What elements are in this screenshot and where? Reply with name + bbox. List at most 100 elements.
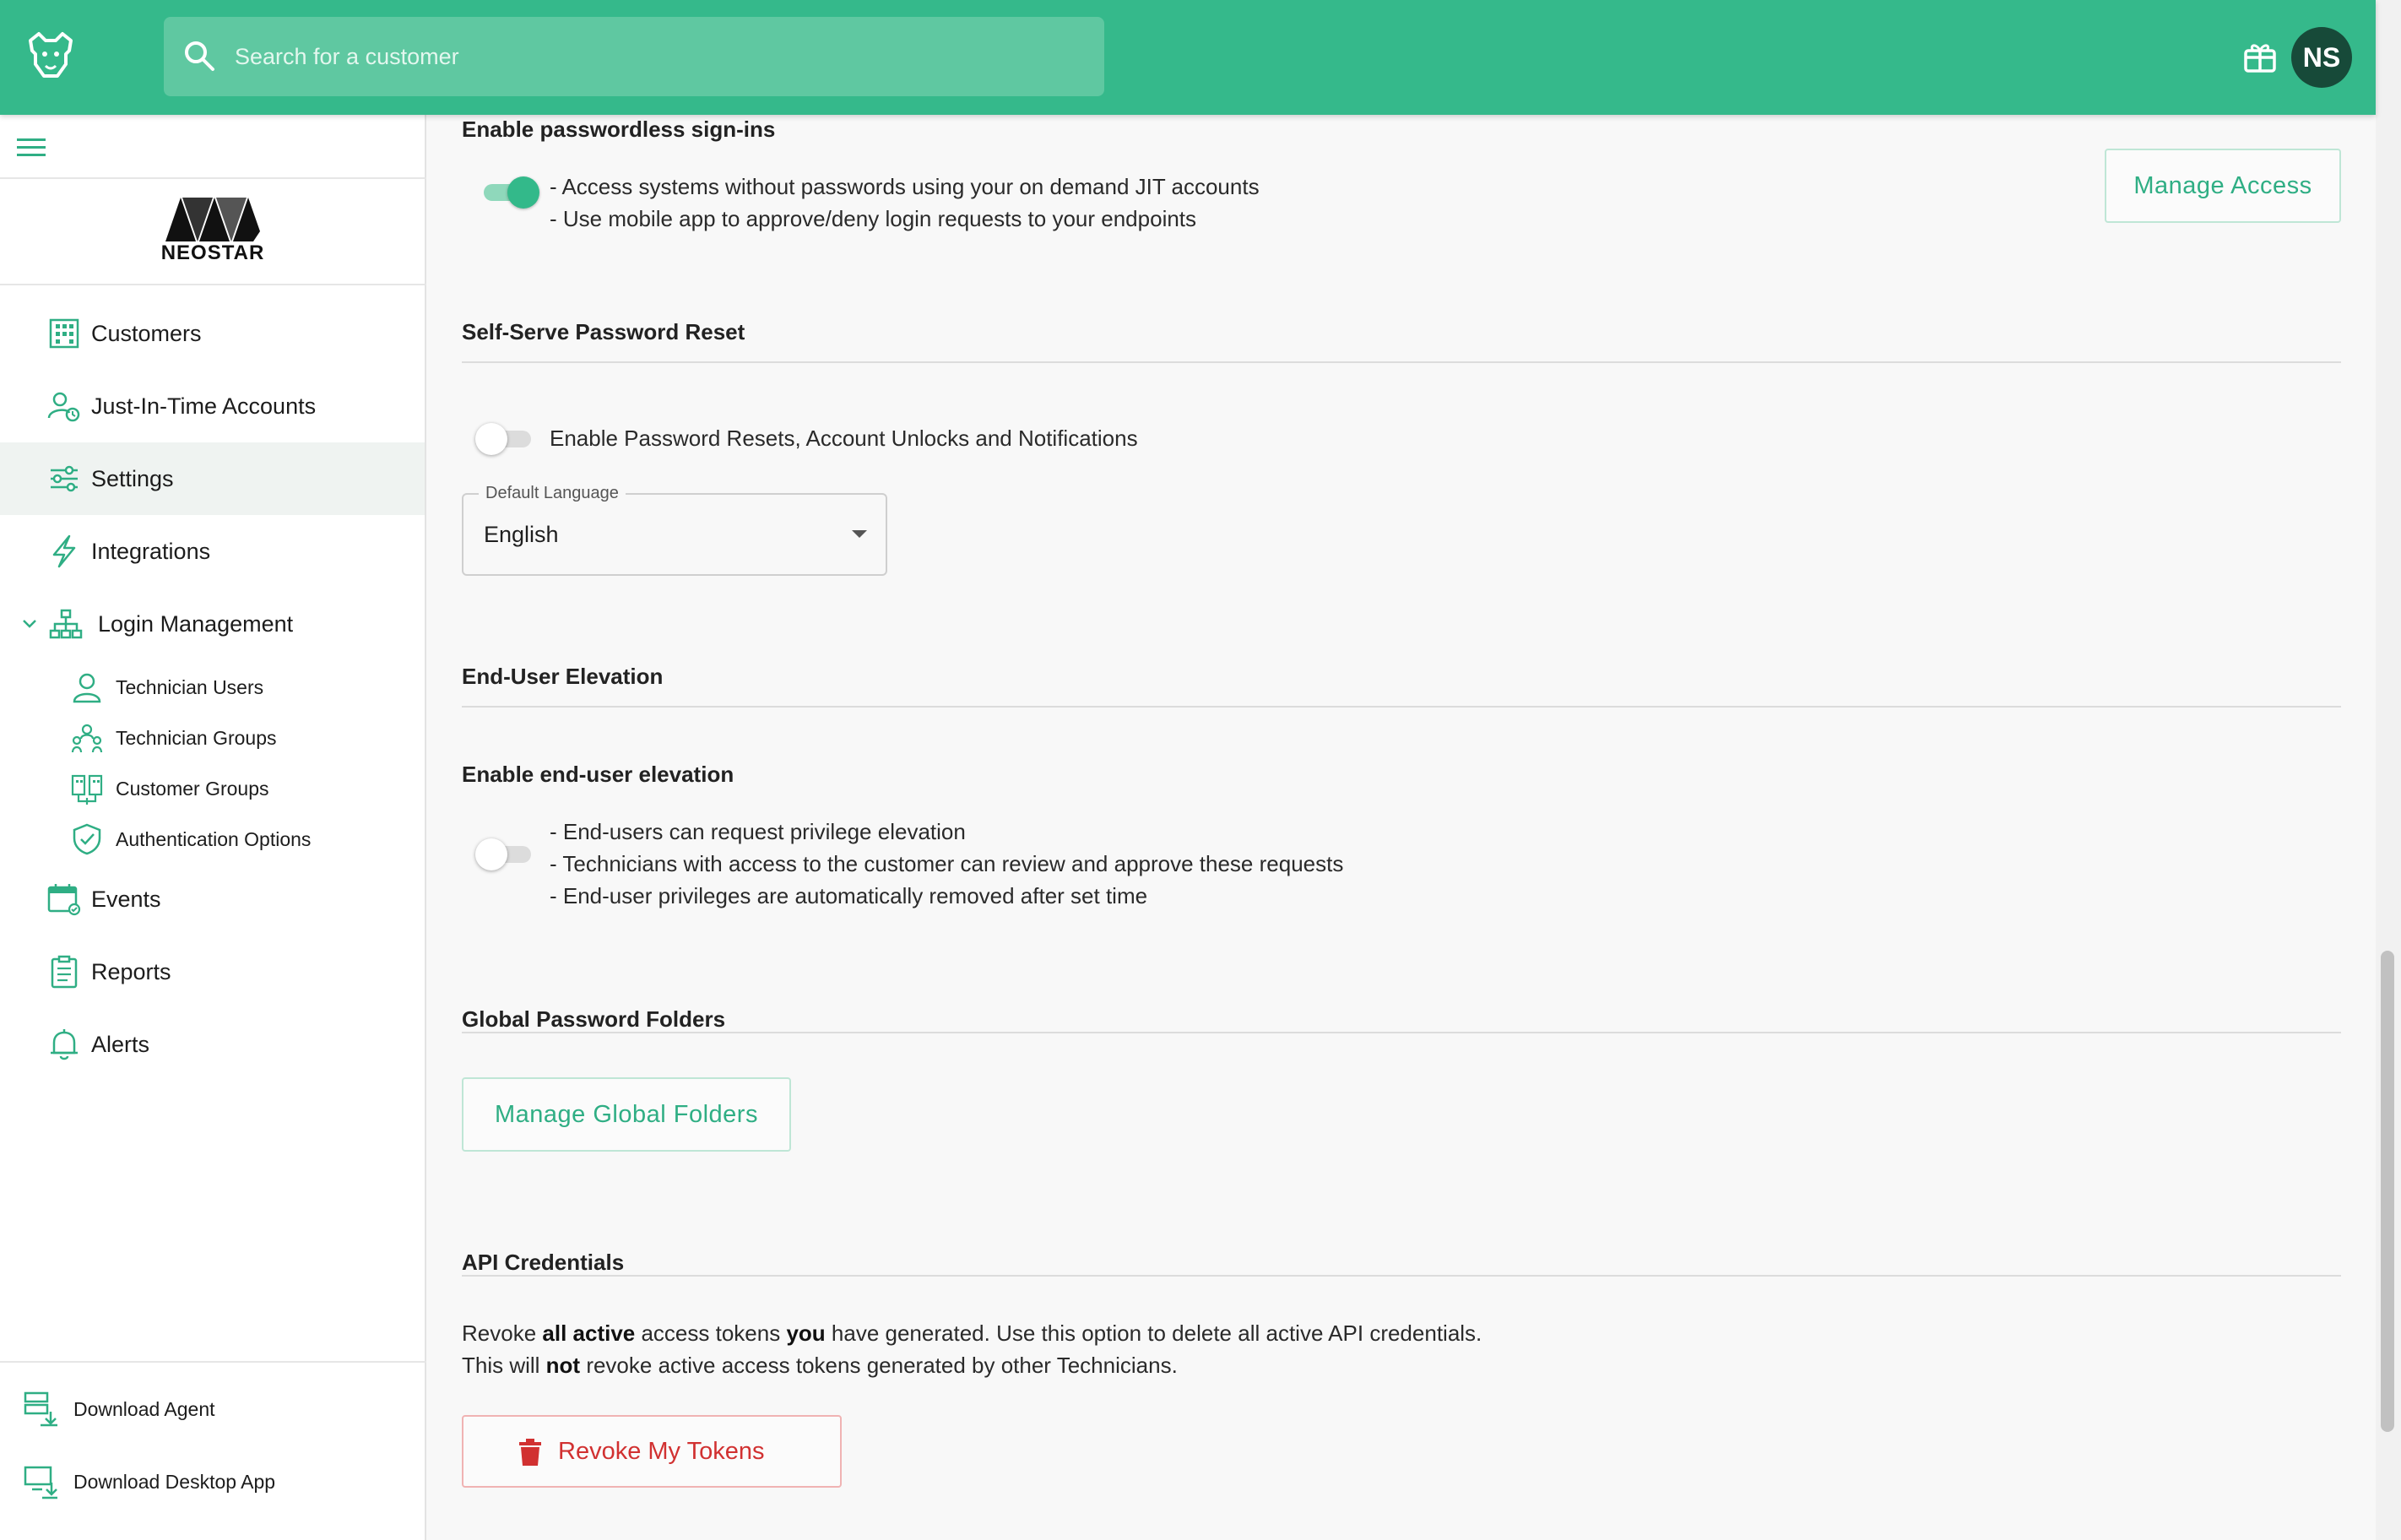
passwordless-title: Enable passwordless sign-ins [462, 117, 776, 142]
revoke-tokens-button[interactable]: Revoke My Tokens [462, 1415, 842, 1488]
text-emphasis: all active [542, 1320, 636, 1346]
description-line: - Access systems without passwords using… [550, 174, 1260, 199]
sliders-icon [51, 465, 78, 492]
search-icon [185, 41, 214, 71]
section-divider [462, 361, 2341, 363]
sidebar-item-label: Alerts [91, 1031, 150, 1057]
buildings-icon [71, 774, 103, 805]
user-clock-icon [47, 392, 80, 422]
search-input[interactable] [235, 17, 1079, 96]
default-language-label: Default Language [479, 484, 626, 503]
sidebar-subitem-label: Technician Groups [116, 726, 277, 749]
neostar-logo-icon [165, 198, 260, 241]
text-fragment: have generated. Use this option to delet… [825, 1320, 1482, 1346]
text-fragment: Revoke [462, 1320, 543, 1346]
revoke-tokens-label: Revoke My Tokens [558, 1437, 765, 1465]
text-fragment: access tokens [635, 1320, 787, 1346]
api-description-line-2: This will not revoke active access token… [462, 1353, 1178, 1379]
app-logo-icon[interactable] [24, 29, 78, 83]
group-icon [71, 724, 103, 753]
sidebar-item-login-management[interactable]: Login Management [0, 588, 425, 660]
sidebar-item-customers[interactable]: Customers [0, 297, 425, 370]
hierarchy-icon [49, 609, 83, 639]
menu-icon[interactable] [15, 135, 47, 160]
sidebar-item-label: Login Management [98, 610, 294, 637]
sidebar-item-events[interactable]: Events [0, 863, 425, 935]
description-line: - End-users can request privilege elevat… [550, 819, 966, 844]
sidebar-item-alerts[interactable]: Alerts [0, 1008, 425, 1081]
sidebar-item-jit-accounts[interactable]: Just-In-Time Accounts [0, 370, 425, 442]
calendar-icon [47, 884, 81, 916]
chevron-down-icon[interactable] [20, 615, 39, 633]
elevation-description: - End-users can request privilege elevat… [550, 816, 1343, 912]
shield-check-icon [73, 823, 101, 855]
sidebar-divider [0, 1361, 426, 1363]
sidebar-subitem-authentication-options[interactable]: Authentication Options [0, 816, 425, 863]
sidebar-subitem-technician-groups[interactable]: Technician Groups [0, 714, 425, 762]
user-icon [73, 673, 101, 703]
sidebar-divider [0, 284, 426, 285]
toggle-knob [475, 838, 507, 870]
footer-item-label: Download Agent [73, 1397, 215, 1420]
user-avatar[interactable]: NS [2291, 27, 2352, 88]
password-reset-toggle[interactable] [475, 420, 536, 456]
footer-item-label: Download Desktop App [73, 1470, 276, 1493]
password-reset-label: Enable Password Resets, Account Unlocks … [550, 426, 1138, 451]
sidebar-item-integrations[interactable]: Integrations [0, 515, 425, 588]
gift-icon[interactable] [2242, 39, 2278, 74]
passwordless-toggle[interactable] [479, 174, 539, 209]
download-desktop-app-link[interactable]: Download Desktop App [0, 1452, 425, 1511]
bell-icon [51, 1029, 78, 1060]
description-line: - Use mobile app to approve/deny login r… [550, 206, 1197, 231]
text-fragment: This will [462, 1353, 546, 1378]
self-serve-title: Self-Serve Password Reset [462, 319, 745, 344]
top-bar: NS [0, 0, 2376, 115]
sidebar-subitem-customer-groups[interactable]: Customer Groups [0, 765, 425, 812]
elevation-toggle[interactable] [475, 836, 536, 871]
manage-access-button[interactable]: Manage Access [2105, 149, 2341, 223]
elevation-title: End-User Elevation [462, 664, 664, 689]
sidebar-divider [0, 177, 426, 179]
brand-name: NEOSTAR [160, 241, 265, 264]
trash-icon [519, 1439, 541, 1466]
api-description-line-1: Revoke all active access tokens you have… [462, 1320, 1482, 1347]
sidebar-item-label: Customers [91, 320, 202, 346]
sidebar-item-label: Settings [91, 465, 174, 491]
sidebar-item-reports[interactable]: Reports [0, 935, 425, 1008]
dropdown-caret-icon [852, 530, 867, 538]
lightning-icon [52, 534, 76, 568]
text-fragment: revoke active access tokens generated by… [580, 1353, 1178, 1378]
sidebar-subitem-label: Customer Groups [116, 777, 269, 800]
building-icon [49, 318, 79, 349]
api-title: API Credentials [462, 1250, 625, 1275]
manage-global-folders-button[interactable]: Manage Global Folders [462, 1077, 791, 1152]
toggle-knob [507, 176, 539, 209]
description-line: - Technicians with access to the custome… [550, 851, 1344, 876]
section-divider [462, 1275, 2341, 1277]
description-line: - End-user privileges are automatically … [550, 883, 1148, 908]
sidebar-subitem-technician-users[interactable]: Technician Users [0, 664, 425, 711]
sidebar-item-label: Reports [91, 958, 171, 984]
server-download-icon [24, 1391, 57, 1427]
sidebar-item-label: Just-In-Time Accounts [91, 393, 317, 419]
monitor-download-icon [24, 1466, 57, 1499]
default-language-select[interactable]: Default Language English [462, 484, 887, 576]
default-language-value: English [484, 522, 559, 547]
sidebar-item-settings[interactable]: Settings [0, 442, 425, 515]
sidebar-item-label: Events [91, 886, 161, 912]
download-agent-link[interactable]: Download Agent [0, 1380, 425, 1439]
sidebar-subitem-label: Technician Users [116, 675, 264, 698]
sidebar-subitem-label: Authentication Options [116, 827, 312, 850]
customer-search[interactable] [164, 17, 1104, 96]
section-divider [462, 706, 2341, 708]
clipboard-icon [51, 955, 78, 989]
text-emphasis: you [786, 1320, 826, 1346]
toggle-knob [475, 423, 507, 455]
section-divider [462, 1032, 2341, 1033]
sidebar: NEOSTAR Customers Just-In-Time Accounts … [0, 115, 426, 1540]
sidebar-item-label: Integrations [91, 538, 211, 564]
text-emphasis: not [545, 1353, 581, 1378]
settings-content: Enable passwordless sign-ins - Access sy… [428, 115, 2376, 1540]
passwordless-description: - Access systems without passwords using… [550, 171, 1260, 235]
page-scrollbar-thumb[interactable] [2381, 951, 2394, 1432]
